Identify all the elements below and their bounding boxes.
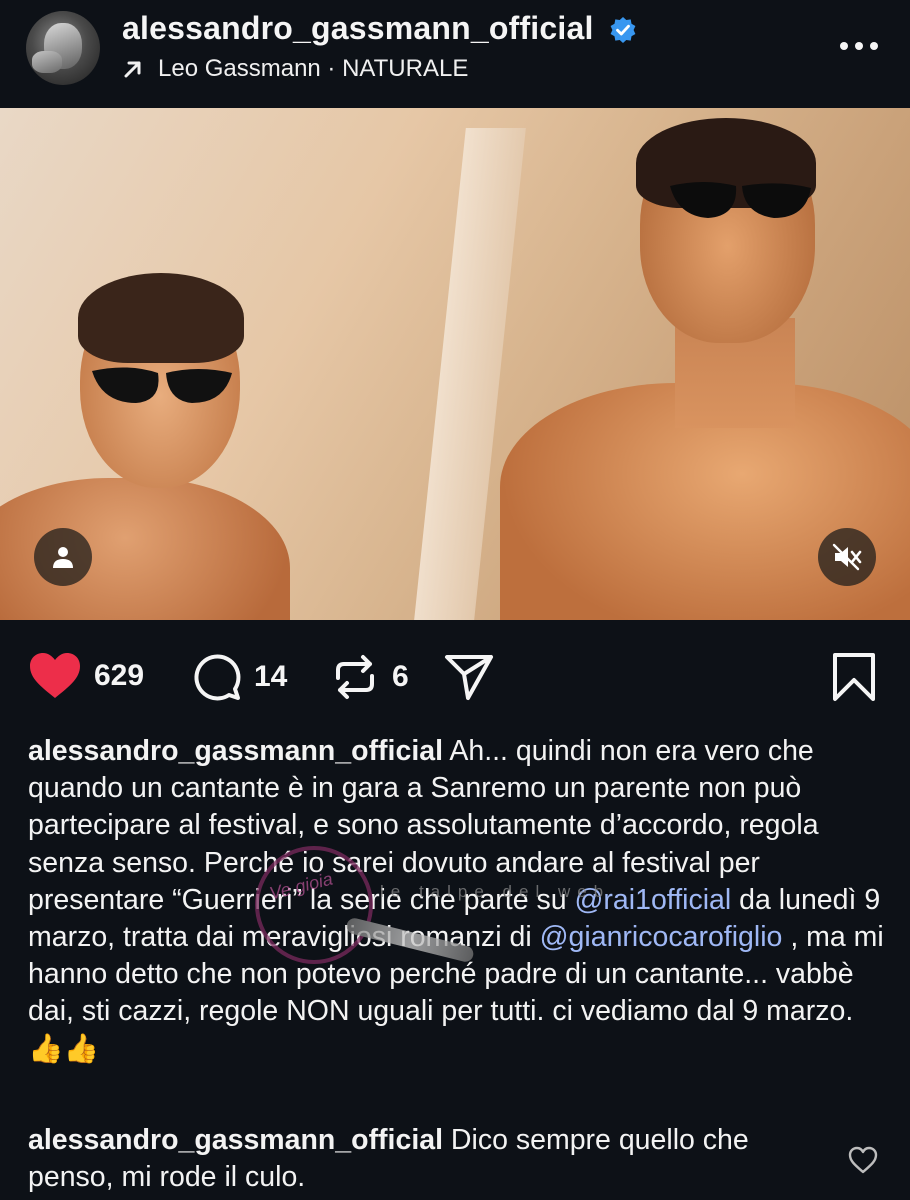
music-attribution[interactable]: Leo Gassmann · NATURALE [122,55,468,83]
caption-username[interactable]: alessandro_gassmann_official [28,735,443,767]
more-options-icon[interactable] [838,40,880,52]
bookmark-icon[interactable] [830,652,878,702]
share-icon[interactable] [444,652,494,702]
user-tag-icon [53,547,73,568]
repost-count[interactable]: 6 [392,660,409,694]
photo-man-sunglasses [670,182,811,218]
photo-child-sunglasses [92,367,232,403]
like-count[interactable]: 629 [94,659,144,693]
post-header: alessandro_gassmann_official Leo Gassman… [0,0,910,108]
tagged-users-button[interactable] [34,528,92,586]
post-photo[interactable] [0,108,910,620]
heart-icon[interactable] [28,652,82,700]
action-bar: 629 14 6 [0,640,910,714]
mention-gianricocarofiglio[interactable]: @gianricocarofiglio [540,921,783,953]
repost-icon[interactable] [330,652,380,702]
comment-count[interactable]: 14 [254,660,287,694]
comment-icon[interactable] [192,652,242,702]
comment-action[interactable]: 14 [192,652,287,702]
like-action[interactable]: 629 [28,652,144,700]
comment-like-heart-icon[interactable] [848,1146,878,1174]
arrow-up-right-icon [124,61,141,78]
mute-button[interactable] [818,528,876,586]
post-username[interactable]: alessandro_gassmann_official [122,10,594,47]
avatar[interactable] [26,11,100,85]
verified-badge-icon [610,17,636,43]
avatar-hand [32,51,62,73]
photo-child-hair [78,273,244,363]
share-action[interactable] [444,652,494,702]
comment-item: alessandro_gassmann_official Dico sempre… [28,1122,828,1196]
music-label: Leo Gassmann · NATURALE [158,55,469,82]
post-caption: alessandro_gassmann_official Ah... quind… [28,733,888,1068]
mute-icon [832,543,862,571]
repost-action[interactable]: 6 [330,652,409,702]
mention-rai1official[interactable]: @rai1official [574,884,731,916]
comment-username[interactable]: alessandro_gassmann_official [28,1124,443,1156]
